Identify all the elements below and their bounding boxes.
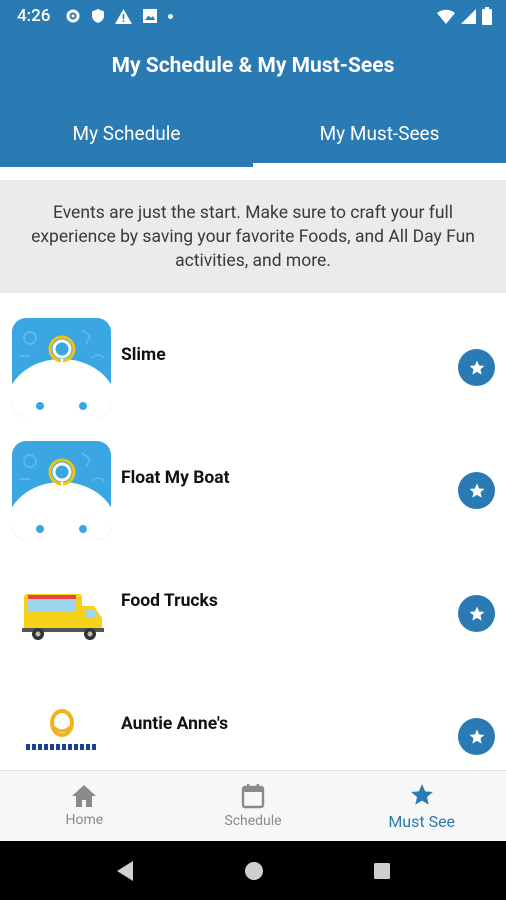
nav-label: Home [65, 812, 104, 828]
tab-my-schedule[interactable]: My Schedule [0, 99, 253, 167]
list-item[interactable]: Auntie Anne's [0, 662, 506, 770]
star-icon [410, 783, 433, 805]
item-title: Slime [121, 345, 166, 365]
settings-icon [66, 9, 80, 23]
fair-map-thumbnail [12, 441, 111, 540]
home-circle-icon[interactable] [244, 861, 264, 881]
info-banner: Events are just the start. Make sure to … [0, 180, 506, 293]
status-time: 4:26 [17, 6, 51, 26]
favorite-button[interactable] [458, 718, 495, 755]
nav-home[interactable]: Home [0, 771, 169, 841]
recents-icon[interactable] [373, 862, 391, 880]
star-icon [469, 606, 484, 621]
star-icon [469, 360, 484, 375]
tab-label: My Must-Sees [319, 121, 440, 145]
item-title: Float My Boat [121, 468, 230, 488]
list-item[interactable]: Slime [0, 293, 506, 417]
favorite-button[interactable] [458, 472, 495, 509]
status-notification-icons [65, 8, 174, 24]
star-icon [469, 729, 484, 744]
item-title: Auntie Anne's [121, 714, 229, 734]
item-title: Food Trucks [121, 591, 218, 611]
tab-bar: My Schedule My Must-Sees [0, 99, 506, 167]
calendar-icon [241, 784, 265, 809]
nav-must-see[interactable]: Must See [337, 771, 506, 841]
fair-map-thumbnail [12, 318, 111, 417]
page-title: My Schedule & My Must-Sees [111, 53, 395, 78]
star-icon [469, 483, 484, 498]
tab-label: My Schedule [72, 121, 181, 145]
bottom-nav: Home Schedule Must See [0, 770, 506, 841]
back-icon[interactable] [115, 860, 135, 882]
system-nav-bar [0, 841, 506, 900]
wifi-icon [437, 9, 455, 24]
list-item[interactable]: Food Trucks [0, 539, 506, 663]
status-system-icons [437, 7, 492, 25]
nav-label: Schedule [224, 813, 282, 829]
nav-schedule[interactable]: Schedule [169, 771, 338, 841]
status-bar: 4:26 [0, 0, 506, 32]
auntie-annes-logo [12, 687, 111, 770]
dot-icon [168, 13, 174, 19]
signal-icon [461, 8, 476, 24]
shield-icon [92, 9, 105, 23]
favorite-button[interactable] [458, 595, 495, 632]
must-see-list: Slime Float My Boat Food Trucks Auntie A… [0, 293, 506, 770]
image-icon [143, 9, 158, 23]
warning-icon [115, 8, 133, 24]
info-banner-text: Events are just the start. Make sure to … [31, 202, 475, 271]
app-header: My Schedule & My Must-Sees [0, 32, 506, 99]
battery-icon [482, 7, 492, 25]
home-icon [72, 785, 97, 807]
nav-label: Must See [388, 811, 456, 831]
list-item[interactable]: Float My Boat [0, 416, 506, 540]
favorite-button[interactable] [458, 349, 495, 386]
food-truck-thumbnail [12, 564, 111, 663]
tab-my-must-sees[interactable]: My Must-Sees [253, 99, 506, 167]
